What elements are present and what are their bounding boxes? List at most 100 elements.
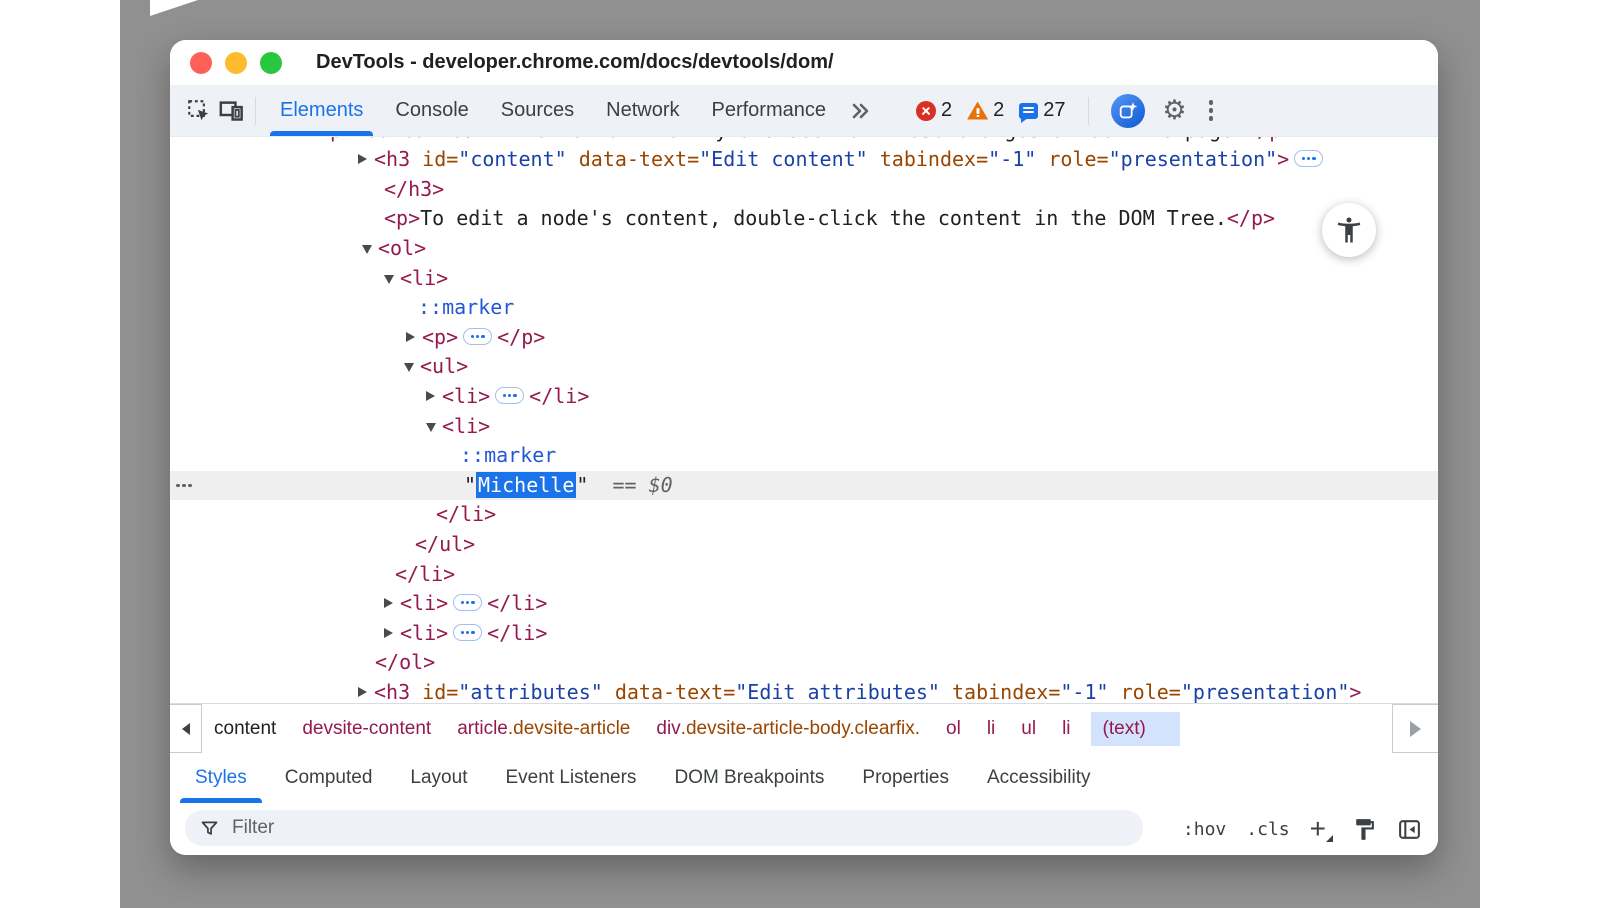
- dom-tree-row[interactable]: <li>: [170, 264, 1438, 294]
- dom-tree-row[interactable]: <ul>: [170, 352, 1438, 382]
- crumb-text: ol: [946, 718, 961, 740]
- breadcrumb-scroll-right-button[interactable]: [1392, 704, 1438, 753]
- ai-assistance-button[interactable]: [1111, 94, 1145, 128]
- code-token: "presentation": [1181, 680, 1350, 703]
- breadcrumb-item-ol[interactable]: ol: [946, 718, 961, 740]
- device-toolbar-button[interactable]: [215, 95, 247, 127]
- collapse-arrow-icon[interactable]: [362, 245, 372, 254]
- zoom-window-button[interactable]: [260, 52, 282, 74]
- code-token: <p>: [422, 325, 458, 349]
- filter-funnel-icon: [199, 818, 220, 839]
- dom-tree-row[interactable]: <ol>: [170, 234, 1438, 264]
- dom-tree-row[interactable]: </li>: [170, 500, 1438, 530]
- breadcrumb-item-devsite-content[interactable]: devsite-content: [302, 718, 431, 740]
- breadcrumb-item-article-devsite-article[interactable]: article.devsite-article: [457, 718, 630, 740]
- dom-tree-row[interactable]: <li></li>: [170, 382, 1438, 412]
- breadcrumb-item-text[interactable]: (text): [1091, 712, 1180, 746]
- expand-inline-ellipsis-button[interactable]: [495, 387, 524, 404]
- status-badge-issuess[interactable]: 27: [1019, 99, 1065, 122]
- dom-tree-row[interactable]: </li>: [170, 560, 1438, 590]
- expand-inline-ellipsis-button[interactable]: [453, 624, 482, 641]
- devtools-toolbar: Elements Console SourcesNetworkPerformance…: [170, 85, 1438, 137]
- tab-performance[interactable]: Performance: [696, 85, 843, 136]
- breadcrumb-item-li[interactable]: li: [1062, 718, 1070, 740]
- dom-tree-row[interactable]: "Michelle" == $0: [170, 471, 1438, 501]
- dom-tree-row[interactable]: <li></li>: [170, 619, 1438, 649]
- tab-dom-breakpoints[interactable]: DOM Breakpoints: [655, 753, 843, 803]
- code-token: "-1": [1060, 680, 1108, 703]
- inspect-element-button[interactable]: [183, 95, 215, 127]
- code-token: >: [1277, 147, 1289, 171]
- tab-properties[interactable]: Properties: [843, 753, 968, 803]
- status-badge-warnings[interactable]: 2: [967, 99, 1004, 122]
- tab-computed[interactable]: Computed: [266, 753, 392, 803]
- dom-tree-row[interactable]: </h3>: [170, 175, 1438, 205]
- expand-inline-ellipsis-button[interactable]: [1294, 150, 1323, 167]
- dom-tree-row[interactable]: <li>: [170, 412, 1438, 442]
- code-token: [940, 680, 952, 703]
- expand-inline-ellipsis-button[interactable]: [463, 328, 492, 345]
- code-token: [1109, 680, 1121, 703]
- dom-tree-row[interactable]: ::marker: [170, 293, 1438, 323]
- kebab-menu-button[interactable]: [1205, 96, 1223, 124]
- toolbar-divider: [1088, 97, 1089, 125]
- dom-tree-row[interactable]: <h3 id="attributes" data-text="Edit attr…: [170, 678, 1438, 703]
- tab-styles[interactable]: Styles: [176, 753, 266, 803]
- dom-tree-row[interactable]: <li></li>: [170, 589, 1438, 619]
- dom-tree-row[interactable]: <p> </p>: [170, 323, 1438, 353]
- dom-tree-row[interactable]: </ul>: [170, 530, 1438, 560]
- tab-sources[interactable]: Sources: [485, 85, 590, 136]
- filter-input[interactable]: [230, 816, 1143, 840]
- breadcrumb-scroll-left-button[interactable]: [170, 704, 202, 753]
- tab-accessibility[interactable]: Accessibility: [968, 753, 1109, 803]
- format-paint-button[interactable]: [1352, 817, 1377, 842]
- style-filter-field[interactable]: [185, 810, 1143, 846]
- more-tabs-button[interactable]: [848, 101, 872, 121]
- dom-tree-row[interactable]: </ol>: [170, 648, 1438, 678]
- breadcrumb-item-ul[interactable]: ul: [1021, 718, 1036, 740]
- settings-button[interactable]: ⚙: [1159, 95, 1191, 127]
- code-token: <li>: [400, 621, 448, 645]
- tab-label: Console: [395, 99, 468, 122]
- collapse-arrow-icon[interactable]: [384, 275, 394, 284]
- expand-arrow-icon[interactable]: [384, 628, 393, 638]
- toggle-element-state-button[interactable]: :hov: [1183, 819, 1226, 840]
- expand-arrow-icon[interactable]: [358, 687, 367, 697]
- code-token: "-1": [988, 147, 1036, 171]
- code-token: data-text=: [579, 147, 699, 171]
- expand-arrow-icon[interactable]: [426, 391, 435, 401]
- minimize-window-button[interactable]: [225, 52, 247, 74]
- collapse-arrow-icon[interactable]: [404, 363, 414, 372]
- dom-node-text: </h3>: [384, 175, 444, 205]
- code-token: </p>: [497, 325, 545, 349]
- breadcrumb-item-content[interactable]: content: [214, 718, 276, 740]
- expand-inline-ellipsis-button[interactable]: [453, 594, 482, 611]
- breadcrumb-item-li[interactable]: li: [987, 718, 995, 740]
- tab-label: DOM Breakpoints: [674, 767, 824, 789]
- device-toolbar-icon: [218, 97, 245, 124]
- breadcrumb-item-div-devsite-article-body-clearfix[interactable]: div.devsite-article-body.clearfix.: [656, 718, 920, 740]
- expand-arrow-icon[interactable]: [406, 332, 415, 342]
- tab-network[interactable]: Network: [590, 85, 695, 136]
- tab-console[interactable]: Console: [379, 85, 484, 136]
- tab-elements[interactable]: Elements: [264, 85, 379, 136]
- expand-arrow-icon[interactable]: [358, 154, 367, 164]
- tab-layout[interactable]: Layout: [391, 753, 486, 803]
- tab-event-listeners[interactable]: Event Listeners: [486, 753, 655, 803]
- gray-backdrop: DevTools - developer.chrome.com/docs/dev…: [120, 0, 1480, 908]
- element-classes-button[interactable]: .cls: [1246, 819, 1289, 840]
- row-actions-dots[interactable]: [176, 471, 192, 501]
- close-window-button[interactable]: [190, 52, 212, 74]
- collapse-arrow-icon[interactable]: [426, 423, 436, 432]
- dom-tree-row[interactable]: p>You can edit the DOM on the fly and se…: [170, 137, 1438, 145]
- dom-tree-row[interactable]: ::marker: [170, 441, 1438, 471]
- status-badge-errors[interactable]: 2: [916, 99, 952, 122]
- code-token: ": [464, 473, 476, 497]
- dom-tree-row[interactable]: <p>To edit a node's content, double-clic…: [170, 204, 1438, 234]
- expand-arrow-icon[interactable]: [384, 598, 393, 608]
- sidebar-toggle-button[interactable]: [1397, 817, 1422, 842]
- code-token: <li>: [400, 591, 448, 615]
- dom-tree-panel[interactable]: p>You can edit the DOM on the fly and se…: [170, 137, 1438, 703]
- dom-tree-row[interactable]: <h3 id="content" data-text="Edit content…: [170, 145, 1438, 175]
- new-style-rule-button[interactable]: +: [1310, 815, 1332, 843]
